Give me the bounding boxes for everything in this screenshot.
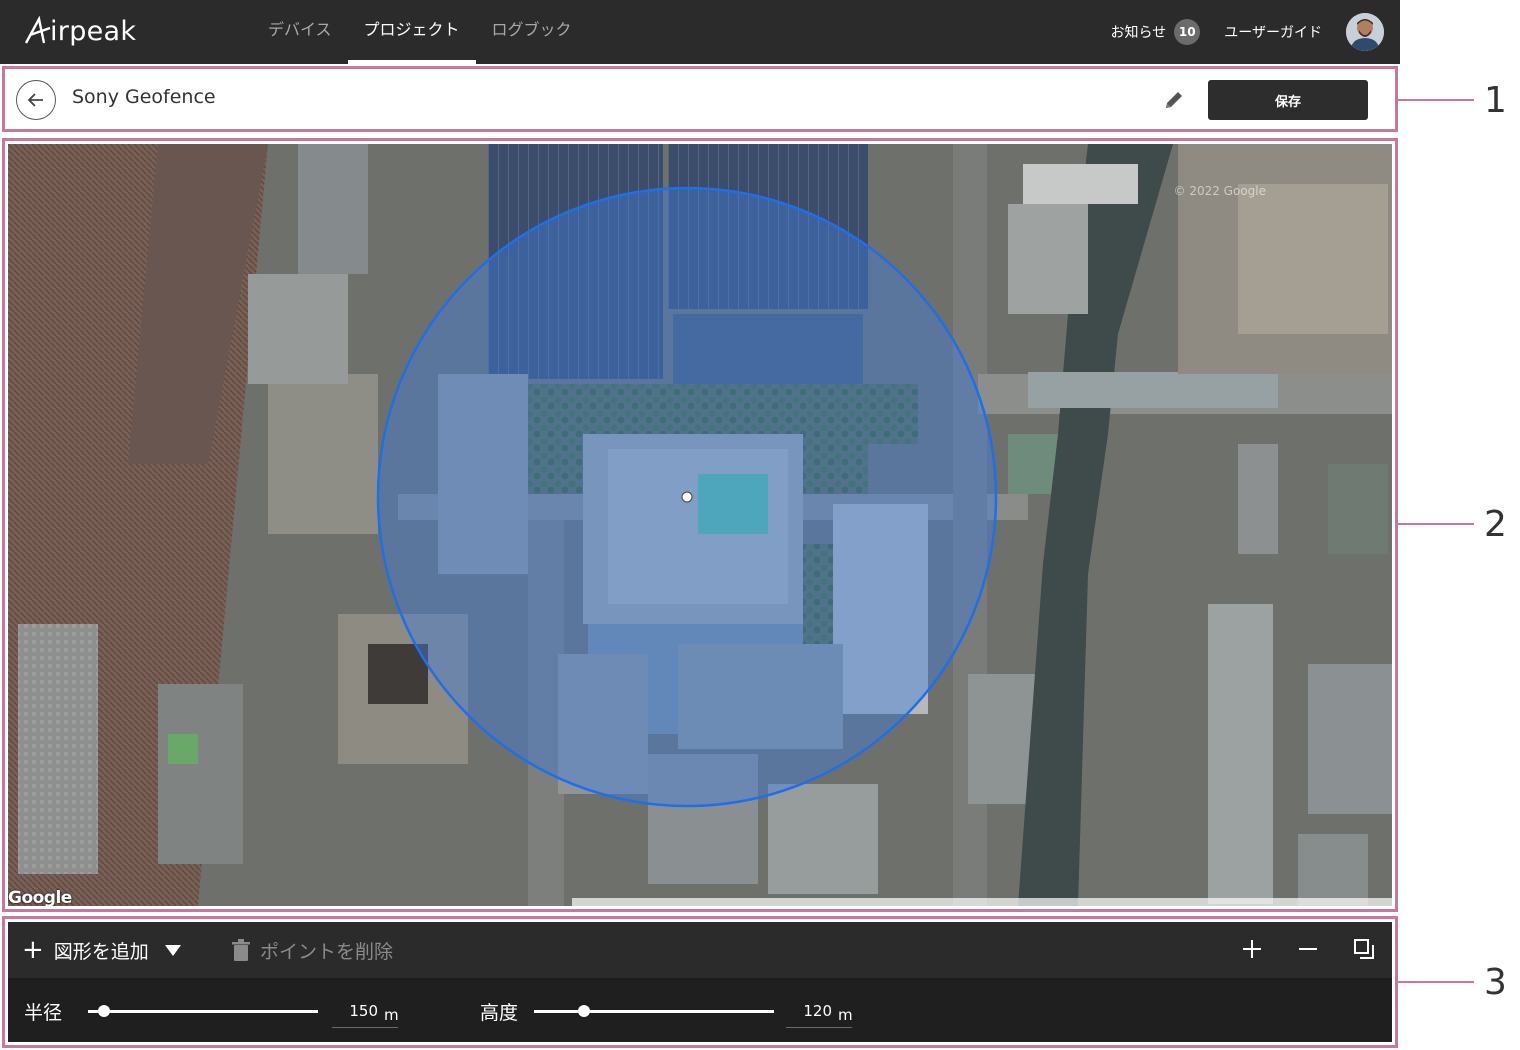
- back-button[interactable]: [16, 80, 56, 120]
- callout-line-2: [1398, 523, 1474, 525]
- edit-title-button[interactable]: [1162, 88, 1186, 112]
- plus-icon: +: [22, 935, 44, 965]
- altitude-label: 高度: [480, 1002, 519, 1024]
- map-attribution-bar: [572, 898, 1392, 906]
- altitude-slider-thumb[interactable]: [578, 1005, 591, 1017]
- top-right-actions: お知らせ 10 ユーザーガイド: [1111, 0, 1384, 64]
- delete-point-label: ポイントを削除: [260, 940, 394, 963]
- add-shape-dropdown[interactable]: + 図形を追加: [22, 932, 181, 968]
- altitude-slider[interactable]: [534, 1005, 774, 1017]
- caret-down-icon: [164, 944, 181, 956]
- zoom-out-button[interactable]: [1293, 934, 1323, 964]
- callout-number-1: 1: [1484, 80, 1507, 121]
- tab-projects[interactable]: プロジェクト: [347, 0, 476, 64]
- plus-icon: [1243, 940, 1261, 958]
- save-button[interactable]: 保存: [1208, 80, 1368, 120]
- top-navigation-bar: irpeak デバイス プロジェクト ログブック お知らせ 10 ユーザーガイド: [0, 0, 1400, 64]
- radius-slider[interactable]: [88, 1005, 318, 1017]
- zoom-in-button[interactable]: [1237, 934, 1267, 964]
- callout-line-1: [1398, 99, 1474, 101]
- notification-count-badge[interactable]: 10: [1174, 19, 1201, 45]
- google-logo: Google: [8, 888, 72, 906]
- satellite-imagery: [8, 144, 1392, 906]
- map-toolbar: + 図形を追加 ポイントを削除: [8, 922, 1392, 978]
- trash-icon: [232, 939, 250, 961]
- radius-slider-thumb[interactable]: [98, 1005, 111, 1017]
- map-copyright: © 2022 Google: [1173, 184, 1266, 198]
- delete-point-button[interactable]: ポイントを削除: [232, 932, 393, 968]
- user-avatar-icon: [1346, 13, 1384, 51]
- radius-label: 半径: [24, 1002, 63, 1024]
- callout-line-3: [1398, 981, 1474, 983]
- fullscreen-button[interactable]: [1349, 934, 1379, 964]
- radius-unit: m: [384, 1006, 399, 1024]
- logo-wordmark: irpeak: [50, 16, 137, 47]
- avatar[interactable]: [1346, 13, 1384, 51]
- tab-devices[interactable]: デバイス: [252, 0, 348, 64]
- airpeak-logo[interactable]: irpeak: [24, 14, 164, 50]
- main-nav: デバイス プロジェクト ログブック: [252, 0, 588, 64]
- minus-icon: [1299, 948, 1317, 950]
- altitude-unit: m: [838, 1006, 853, 1024]
- satellite-map[interactable]: © 2022 Google Google: [8, 144, 1392, 906]
- user-guide-link[interactable]: ユーザーガイド: [1224, 22, 1322, 42]
- project-title: Sony Geofence: [72, 86, 216, 108]
- add-shape-label: 図形を追加: [53, 940, 149, 963]
- notifications-link[interactable]: お知らせ: [1111, 22, 1167, 42]
- geofence-center-point[interactable]: [681, 491, 693, 503]
- fullscreen-icon: [1354, 939, 1374, 959]
- callout-number-2: 2: [1484, 504, 1507, 545]
- arrow-left-icon: [27, 93, 43, 107]
- tab-logbook[interactable]: ログブック: [476, 0, 588, 64]
- geofence-settings: 半径 150 m 高度 120 m: [8, 978, 1392, 1042]
- project-header: Sony Geofence 保存: [6, 70, 1394, 128]
- pencil-icon: [1166, 92, 1182, 108]
- callout-number-3: 3: [1484, 962, 1507, 1003]
